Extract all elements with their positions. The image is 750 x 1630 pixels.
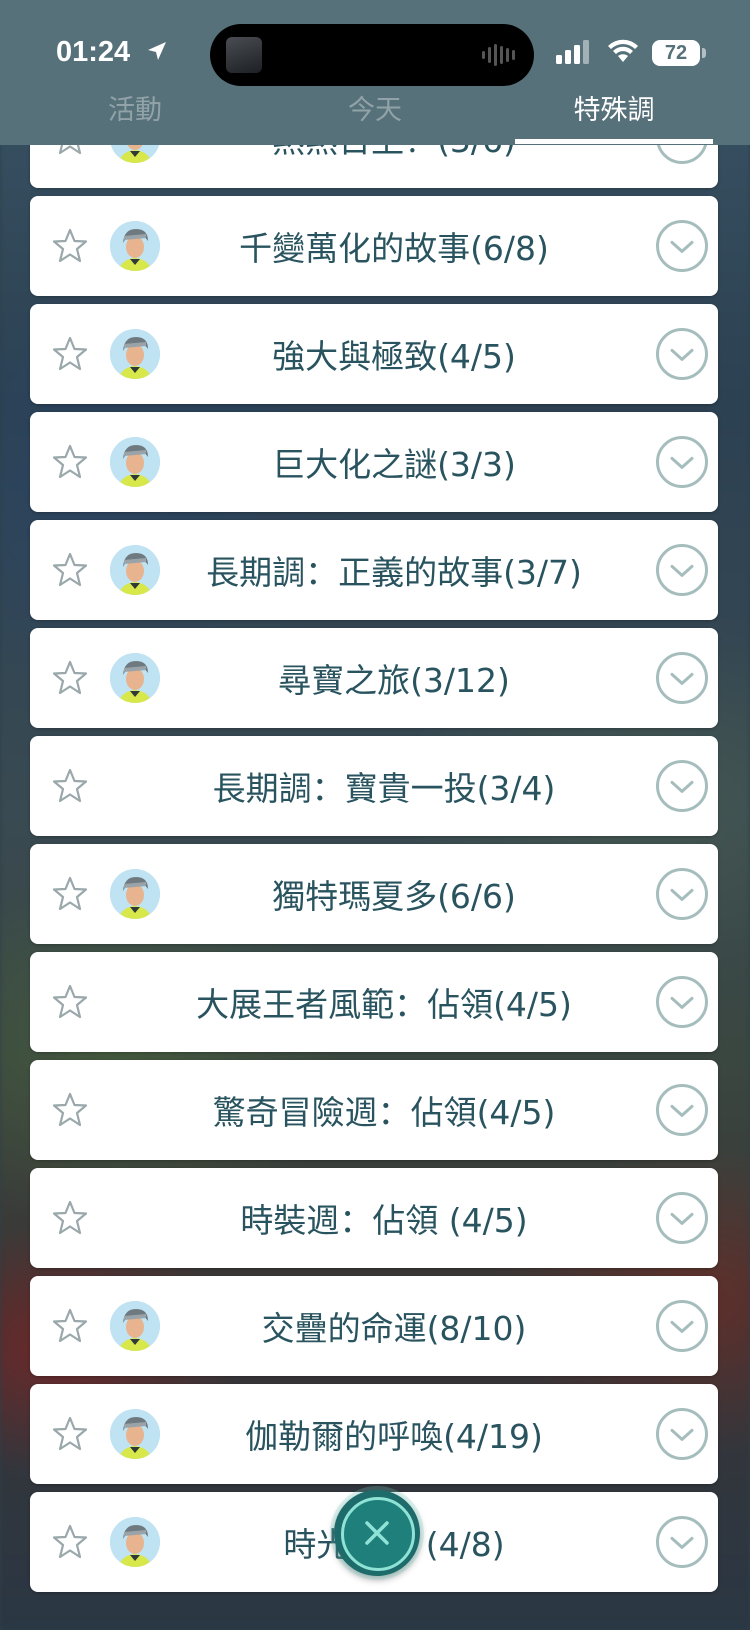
professor-avatar [110,437,160,487]
quest-title: 強大與極致(4/5) [272,337,516,376]
chevron-down-icon[interactable] [656,1300,708,1352]
quest-card[interactable]: 長期調：正義的故事(3/7) [30,520,718,620]
favorite-star-icon[interactable] [50,658,90,698]
favorite-star-icon[interactable] [50,1522,90,1562]
quest-title: 長期調：正義的故事(3/7) [206,553,582,592]
chevron-down-icon[interactable] [656,652,708,704]
quest-title: 驚奇冒險週：佔領(4/5) [212,1093,556,1132]
quest-title: 交疊的命運(8/10) [261,1309,527,1348]
wifi-icon [606,38,640,68]
professor-avatar [110,1301,160,1351]
location-arrow-icon [146,40,168,66]
audio-waveform-icon [482,43,516,71]
header: 01:24 72 活動 今天 特殊調 [0,0,750,145]
chevron-down-icon[interactable] [656,1084,708,1136]
quest-card[interactable]: 巨大化之謎(3/3) [30,412,718,512]
active-tab-indicator [515,139,713,144]
professor-avatar [110,1409,160,1459]
favorite-star-icon[interactable] [50,442,90,482]
chevron-down-icon[interactable] [656,328,708,380]
chevron-down-icon[interactable] [656,1192,708,1244]
battery-level: 72 [652,40,700,66]
chevron-down-icon[interactable] [656,976,708,1028]
now-playing-thumbnail [226,37,262,73]
dynamic-island [210,24,534,86]
quest-title: 大展王者風範：佔領(4/5) [196,985,572,1024]
status-time: 01:24 [56,36,131,68]
quest-title: 伽勒爾的呼喚(4/19) [245,1417,543,1456]
quest-card[interactable]: 驚奇冒險週：佔領(4/5) [30,1060,718,1160]
professor-avatar [110,221,160,271]
professor-avatar [110,545,160,595]
quest-title: 獨特瑪夏多(6/6) [272,877,516,916]
professor-avatar [110,1517,160,1567]
quest-card[interactable]: 時裝週：佔領 (4/5) [30,1168,718,1268]
tab-special-research[interactable]: 特殊調 [489,88,739,127]
favorite-star-icon[interactable] [50,982,90,1022]
quest-card[interactable]: 強大與極致(4/5) [30,304,718,404]
quest-card[interactable]: 獨特瑪夏多(6/6) [30,844,718,944]
quest-title: 千變萬化的故事(6/8) [239,229,549,268]
chevron-down-icon[interactable] [656,868,708,920]
quest-card[interactable]: 大展王者風範：佔領(4/5) [30,952,718,1052]
favorite-star-icon[interactable] [50,226,90,266]
quest-title: 尋寶之旅(3/12) [278,661,510,700]
tab-bar: 活動 今天 特殊調 [0,80,750,145]
professor-avatar [110,653,160,703]
chevron-down-icon[interactable] [656,544,708,596]
quest-card[interactable]: 尋寶之旅(3/12) [30,628,718,728]
favorite-star-icon[interactable] [50,874,90,914]
favorite-star-icon[interactable] [50,334,90,374]
chevron-down-icon[interactable] [656,436,708,488]
chevron-down-icon[interactable] [656,220,708,272]
close-button[interactable] [334,1490,420,1576]
cellular-signal-icon [556,40,592,68]
favorite-star-icon[interactable] [50,550,90,590]
chevron-down-icon[interactable] [656,1516,708,1568]
chevron-down-icon[interactable] [656,760,708,812]
quest-card[interactable]: 千變萬化的故事(6/8) [30,196,718,296]
quest-card[interactable]: 伽勒爾的呼喚(4/19) [30,1384,718,1484]
special-research-list: 熱熱日上！(3/6)千變萬化的故事(6/8)強大與極致(4/5)巨大化之謎(3/… [0,0,750,1630]
favorite-star-icon[interactable] [50,1198,90,1238]
quest-title: 巨大化之謎(3/3) [272,445,516,484]
favorite-star-icon[interactable] [50,1306,90,1346]
chevron-down-icon[interactable] [656,1408,708,1460]
professor-avatar [110,869,160,919]
tab-today[interactable]: 今天 [250,88,500,127]
quest-title: 長期調：寶貴一投(3/4) [212,769,556,808]
professor-avatar [110,329,160,379]
quest-card[interactable]: 交疊的命運(8/10) [30,1276,718,1376]
favorite-star-icon[interactable] [50,766,90,806]
status-bar: 01:24 72 [0,0,750,90]
quest-title: 時裝週：佔領 (4/5) [240,1201,528,1240]
favorite-star-icon[interactable] [50,1414,90,1454]
battery-icon [702,48,706,58]
tab-events[interactable]: 活動 [10,88,260,127]
favorite-star-icon[interactable] [50,1090,90,1130]
quest-card[interactable]: 長期調：寶貴一投(3/4) [30,736,718,836]
